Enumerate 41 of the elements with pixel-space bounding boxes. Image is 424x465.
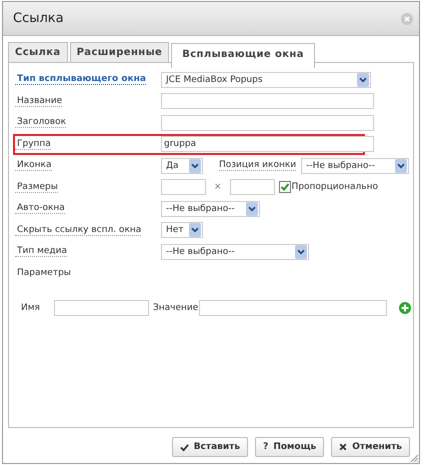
field-label: Название <box>15 96 62 107</box>
dropdown[interactable]: --Не выбрано-- <box>301 158 410 174</box>
input-field[interactable] <box>54 300 149 316</box>
field-label: Тип медиа <box>15 246 68 258</box>
dropdown[interactable]: Да <box>161 158 203 174</box>
field-label: Значение <box>153 303 199 313</box>
tab[interactable]: Расширенные <box>70 42 170 62</box>
field-label: Заголовок <box>15 117 66 128</box>
field-label: Группа <box>15 138 51 150</box>
field-label: Авто-окна <box>15 203 65 214</box>
tab[interactable]: Ссылка <box>8 42 68 62</box>
input-field[interactable] <box>230 179 275 196</box>
check-icon <box>180 442 189 452</box>
field-label: Позиция иконки <box>219 160 296 172</box>
field-label: Иконка <box>15 160 52 172</box>
dialog-button[interactable]: ? Помощь <box>255 437 324 457</box>
dropdown[interactable]: --Не выбрано-- <box>161 200 260 217</box>
field-label: Параметры <box>16 268 72 278</box>
dropdown[interactable]: JCE MediaBox Popups <box>161 72 371 88</box>
checkbox-label: Пропорционально <box>292 182 378 192</box>
close-icon <box>339 443 348 451</box>
dropdown[interactable]: Нет <box>161 222 203 238</box>
dialog-button[interactable]: Вставить <box>172 437 248 457</box>
input-field[interactable] <box>199 300 387 316</box>
input-field[interactable] <box>161 179 206 196</box>
input-field[interactable]: gruppa <box>161 136 374 152</box>
dropdown[interactable]: --Не выбрано-- <box>161 244 309 260</box>
times-sign: × <box>214 182 222 192</box>
field-label[interactable]: Тип всплывающего окна <box>15 74 146 86</box>
add-icon[interactable] <box>399 302 411 314</box>
tab[interactable]: Всплывающие окна <box>171 43 315 68</box>
field-label: Имя <box>21 303 41 313</box>
checkbox[interactable] <box>278 181 291 194</box>
field-label: Размеры <box>15 182 58 193</box>
window-title: Ссылка <box>13 11 64 26</box>
resize-grip-icon[interactable] <box>410 454 418 462</box>
close-icon[interactable] <box>401 12 413 24</box>
field-label: Скрыть ссылку вспл. окна <box>15 224 142 236</box>
dialog-button[interactable]: Отменить <box>331 437 410 457</box>
input-field[interactable] <box>161 93 374 110</box>
input-field[interactable] <box>161 114 374 131</box>
